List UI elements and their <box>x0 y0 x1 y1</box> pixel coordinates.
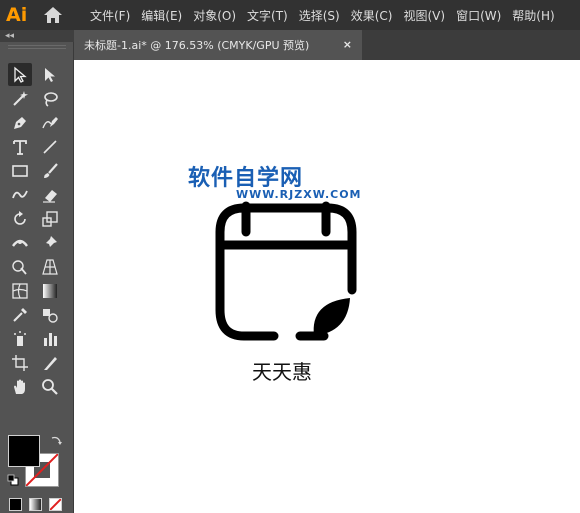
type-t-icon <box>13 139 27 155</box>
gradient-icon <box>43 283 57 298</box>
zoom-tool[interactable] <box>38 375 62 398</box>
menu-type[interactable]: 文字(T) <box>247 7 288 24</box>
pen-nib-icon <box>14 116 26 129</box>
default-colors-icon[interactable] <box>7 474 19 486</box>
watermark-url: WWW.RJZXW.COM <box>236 188 362 201</box>
calendar-artwork[interactable] <box>212 198 360 348</box>
line-icon <box>43 139 57 154</box>
width-icon <box>12 239 28 247</box>
line-segment-tool[interactable] <box>38 135 62 158</box>
magic-wand-tool[interactable] <box>8 87 32 110</box>
curvature-tool[interactable] <box>38 111 62 134</box>
menu-effect[interactable]: 效果(C) <box>351 7 393 24</box>
tools-panel: ◂◂ <box>0 30 74 513</box>
document-tab-bar: 未标题-1.ai* @ 176.53% (CMYK/GPU 预览) × <box>74 30 580 60</box>
column-graph-tool[interactable] <box>38 327 62 350</box>
menu-edit[interactable]: 编辑(E) <box>141 7 182 24</box>
document-tab-label: 未标题-1.ai* @ 176.53% (CMYK/GPU 预览) <box>84 39 310 52</box>
menu-items: 文件(F) 编辑(E) 对象(O) 文字(T) 选择(S) 效果(C) 视图(V… <box>90 0 566 30</box>
shape-builder-tool[interactable] <box>8 255 32 278</box>
direct-selection-arrow-icon <box>45 67 55 82</box>
hand-icon <box>14 379 25 394</box>
mesh-tool[interactable] <box>8 279 32 302</box>
hand-tool[interactable] <box>8 375 32 398</box>
rotate-icon <box>14 210 26 225</box>
scale-icon <box>42 210 58 227</box>
curvature-pen-icon <box>42 116 58 128</box>
artboard-icon <box>12 354 28 371</box>
blend-tool[interactable] <box>38 303 62 326</box>
pen-tool[interactable] <box>8 111 32 134</box>
menu-file[interactable]: 文件(F) <box>90 7 130 24</box>
perspective-grid-tool[interactable] <box>38 255 62 278</box>
shaper-icon <box>12 190 28 198</box>
selection-tool[interactable] <box>8 63 32 86</box>
menu-select[interactable]: 选择(S) <box>299 7 340 24</box>
home-icon[interactable] <box>42 5 64 25</box>
rectangle-icon <box>12 164 28 177</box>
slice-tool[interactable] <box>38 351 62 374</box>
document-tab[interactable]: 未标题-1.ai* @ 176.53% (CMYK/GPU 预览) × <box>74 30 362 60</box>
menu-bar: Ai 文件(F) 编辑(E) 对象(O) 文字(T) 选择(S) 效果(C) 视… <box>0 0 580 30</box>
rectangle-tool[interactable] <box>8 159 32 182</box>
calendar-page-curl <box>313 298 350 336</box>
swap-fill-stroke-icon[interactable] <box>50 434 63 447</box>
puppet-warp-tool[interactable] <box>38 231 62 254</box>
artboard-canvas[interactable]: 软件自学网 WWW.RJZXW.COM 天天惠 <box>74 60 580 513</box>
artboard-tool[interactable] <box>8 351 32 374</box>
type-tool[interactable] <box>8 135 32 158</box>
panel-header: ◂◂ <box>0 30 74 42</box>
menu-window[interactable]: 窗口(W) <box>456 7 501 24</box>
none-slash-icon <box>50 499 61 510</box>
eyedropper-icon <box>13 307 27 322</box>
width-tool[interactable] <box>8 231 32 254</box>
gradient-tool[interactable] <box>38 279 62 302</box>
magnifier-icon <box>42 378 58 395</box>
app-logo[interactable]: Ai <box>6 2 34 28</box>
eraser-tool[interactable] <box>38 183 62 206</box>
scale-tool[interactable] <box>38 207 62 230</box>
panel-grip[interactable] <box>8 45 66 49</box>
gradient-mode-button[interactable] <box>29 498 42 511</box>
shaper-tool[interactable] <box>8 183 32 206</box>
shape-builder-icon <box>12 259 27 275</box>
lasso-tool[interactable] <box>38 87 62 110</box>
artwork-caption[interactable]: 天天惠 <box>252 356 312 385</box>
fill-swatch[interactable] <box>8 435 40 467</box>
knife-icon <box>44 356 57 370</box>
perspective-grid-icon <box>42 258 58 275</box>
lasso-icon <box>44 91 58 107</box>
symbol-sprayer-tool[interactable] <box>8 327 32 350</box>
color-mode-button[interactable] <box>9 498 22 511</box>
direct-selection-tool[interactable] <box>38 63 62 86</box>
paintbrush-tool[interactable] <box>38 159 62 182</box>
rotate-tool[interactable] <box>8 207 32 230</box>
menu-help[interactable]: 帮助(H) <box>512 7 554 24</box>
pushpin-icon <box>44 235 57 249</box>
collapse-panel-icon[interactable]: ◂◂ <box>5 30 14 42</box>
symbol-sprayer-icon <box>14 330 26 346</box>
mesh-icon <box>12 282 28 299</box>
close-tab-icon[interactable]: × <box>343 38 352 51</box>
magic-wand-icon <box>13 90 28 106</box>
selection-arrow-icon <box>14 66 27 83</box>
eraser-icon <box>43 189 57 203</box>
column-graph-icon <box>44 332 57 346</box>
paintbrush-icon <box>44 162 58 178</box>
menu-view[interactable]: 视图(V) <box>403 7 445 24</box>
menu-object[interactable]: 对象(O) <box>193 7 236 24</box>
eyedropper-tool[interactable] <box>8 303 32 326</box>
blend-icon <box>43 308 58 323</box>
none-mode-button[interactable] <box>49 498 62 511</box>
